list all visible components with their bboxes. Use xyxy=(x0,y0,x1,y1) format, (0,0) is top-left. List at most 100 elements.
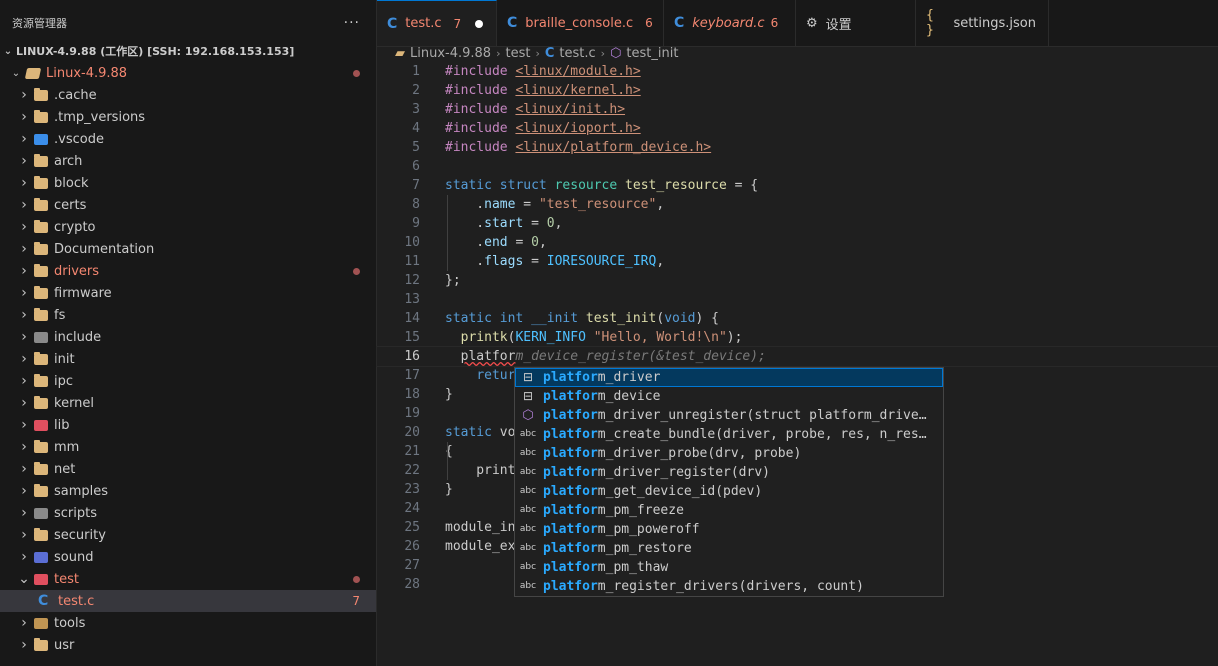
code-line[interactable]: 9 .start = 0, xyxy=(377,214,1218,233)
code-text: .end = 0, xyxy=(445,235,547,250)
tree-item-lib[interactable]: › lib xyxy=(0,414,376,436)
tree-item-ipc[interactable]: › ipc xyxy=(0,370,376,392)
code-text: .flags = IORESOURCE_IRQ, xyxy=(445,254,665,269)
code-line[interactable]: 16 platform_device_register(&test_device… xyxy=(376,346,1218,367)
line-number: 28 xyxy=(404,577,420,592)
chevron-right-icon: › xyxy=(600,46,606,60)
folder-icon xyxy=(34,263,48,277)
struct-icon: ⊟ xyxy=(522,389,534,403)
line-number: 18 xyxy=(404,387,420,402)
suggestion-item[interactable]: abc platfor m_register_drivers(drivers, co… xyxy=(515,577,943,596)
tree-item-cache[interactable]: › .cache xyxy=(0,84,376,106)
suggestion-item[interactable]: ⬡ platfor m_driver_unregister(struct platf… xyxy=(515,406,943,425)
tree-item-kernel[interactable]: › kernel xyxy=(0,392,376,414)
unsaved-dot-icon[interactable] xyxy=(475,19,484,28)
tree-item-label: arch xyxy=(54,153,83,169)
code-line[interactable]: 12}; xyxy=(377,271,1218,290)
code-line[interactable]: 8 .name = "test_resource", xyxy=(377,195,1218,214)
suggestion-item[interactable]: abc platfor m_pm_thaw xyxy=(515,558,943,577)
code-line[interactable]: 13 xyxy=(377,290,1218,309)
tree-item-usr[interactable]: › usr xyxy=(0,634,376,656)
code-line[interactable]: 14 static int __init test_init(void) { xyxy=(377,309,1218,328)
suggestion-item[interactable]: ⊟ platfor m_driver xyxy=(515,368,943,387)
folder-icon xyxy=(34,197,48,211)
root-folder[interactable]: ⌄ Linux-4.9.88 xyxy=(0,62,376,84)
tree-item-sound[interactable]: › sound xyxy=(0,546,376,568)
tree-item-vscode[interactable]: › .vscode xyxy=(0,128,376,150)
tree-item-security[interactable]: › security xyxy=(0,524,376,546)
tree-item-include[interactable]: › include xyxy=(0,326,376,348)
code-line[interactable]: 2 #include <linux/kernel.h> xyxy=(377,81,1218,100)
tree-item-documentation[interactable]: › Documentation xyxy=(0,238,376,260)
tree-item-test-c[interactable]: Ctest.c 7 xyxy=(0,590,376,612)
suggestion-item[interactable]: abc platfor m_pm_restore xyxy=(515,539,943,558)
suggestion-item[interactable]: abc platfor m_get_device_id(pdev) xyxy=(515,482,943,501)
code-line[interactable]: 15 printk(KERN_INFO "Hello, World!\n"); xyxy=(377,328,1218,347)
suggestion-label: m_register_drivers(drivers, count) xyxy=(597,579,864,594)
text-icon: abc xyxy=(519,562,537,572)
code-text: printk(KERN_INFO "Hello, World!\n"); xyxy=(460,330,743,345)
suggestion-item[interactable]: abc platfor m_driver_probe(drv, probe) xyxy=(515,444,943,463)
indent-guide xyxy=(447,195,448,271)
breadcrumb-item[interactable]: test_init xyxy=(626,46,678,61)
tab-settings-json[interactable]: { } settings.json xyxy=(916,0,1049,46)
suggestion-item[interactable]: abc platfor m_pm_freeze xyxy=(515,501,943,520)
workspace-root[interactable]: ⌄ LINUX-4.9.88 (工作区) [SSH: 192.168.153.1… xyxy=(0,40,376,62)
tree-item-firmware[interactable]: › firmware xyxy=(0,282,376,304)
tab-settings[interactable]: ⚙ 设置 xyxy=(796,0,916,46)
problem-count-badge: 7 xyxy=(352,594,360,608)
line-number: 17 xyxy=(404,368,420,383)
tree-item-crypto[interactable]: › crypto xyxy=(0,216,376,238)
tree-item-scripts[interactable]: › scripts xyxy=(0,502,376,524)
tree-item-arch[interactable]: › arch xyxy=(0,150,376,172)
suggestion-label: m_get_device_id(pdev) xyxy=(597,484,763,499)
tab-test-c[interactable]: C test.c 7 xyxy=(377,0,497,46)
breadcrumb-item[interactable]: test xyxy=(505,46,530,61)
tree-item-label: drivers xyxy=(54,263,100,279)
folder-icon xyxy=(34,241,48,255)
line-number: 9 xyxy=(412,216,420,231)
tree-item-drivers[interactable]: › drivers xyxy=(0,260,376,282)
code-text: } xyxy=(445,387,453,402)
suggestion-label: m_pm_thaw xyxy=(597,560,669,575)
tree-item-mm[interactable]: › mm xyxy=(0,436,376,458)
tree-item-label: security xyxy=(54,527,106,543)
tree-item-samples[interactable]: › samples xyxy=(0,480,376,502)
tab-braille-console-c[interactable]: C braille_console.c 6 xyxy=(497,0,664,46)
code-text: print xyxy=(445,463,516,478)
line-number: 8 xyxy=(412,197,420,212)
chevron-right-icon: › xyxy=(21,263,27,279)
suggestion-item[interactable]: abc platfor m_create_bundle(driver, probe,… xyxy=(515,425,943,444)
suggestion-item[interactable]: abc platfor m_driver_register(drv) xyxy=(515,463,943,482)
breadcrumb-item[interactable]: test.c xyxy=(559,46,595,61)
tree-item-net[interactable]: › net xyxy=(0,458,376,480)
tree-item-certs[interactable]: › certs xyxy=(0,194,376,216)
chevron-right-icon: › xyxy=(21,351,27,367)
code-line[interactable]: 3 #include <linux/init.h> xyxy=(377,100,1218,119)
tree-item-label: ipc xyxy=(54,373,74,389)
tree-item-tools[interactable]: › tools xyxy=(0,612,376,634)
scripts-folder-icon xyxy=(34,507,48,519)
tree-item-tmp-versions[interactable]: › .tmp_versions xyxy=(0,106,376,128)
code-line[interactable]: 6 xyxy=(377,157,1218,176)
code-line[interactable]: 4 #include <linux/ioport.h> xyxy=(377,119,1218,138)
tree-item-test[interactable]: ⌄ test xyxy=(0,568,376,590)
suggestion-item[interactable]: abc platfor m_pm_poweroff xyxy=(515,520,943,539)
tree-item-fs[interactable]: › fs xyxy=(0,304,376,326)
suggestion-label: m_pm_restore xyxy=(597,541,692,556)
suggestion-match: platfor xyxy=(543,541,598,556)
code-line[interactable]: 5 #include <linux/platform_device.h> xyxy=(377,138,1218,157)
breadcrumb-item[interactable]: Linux-4.9.88 xyxy=(410,46,491,61)
code-line[interactable]: 10 .end = 0, xyxy=(377,233,1218,252)
code-text: #include <linux/platform_device.h> xyxy=(445,140,712,155)
ellipsis-icon[interactable]: ··· xyxy=(344,15,360,31)
modified-dot-icon xyxy=(353,70,360,77)
tab-keyboard-c[interactable]: C keyboard.c 6 xyxy=(664,0,796,46)
suggestion-item[interactable]: ⊟ platfor m_device xyxy=(515,387,943,406)
code-line[interactable]: 7 static struct resource test_resource = … xyxy=(377,176,1218,195)
folder-icon xyxy=(34,109,48,123)
tree-item-init[interactable]: › init xyxy=(0,348,376,370)
code-line[interactable]: 11 .flags = IORESOURCE_IRQ, xyxy=(377,252,1218,271)
code-line[interactable]: 1 #include <linux/module.h> xyxy=(377,62,1218,81)
tree-item-block[interactable]: › block xyxy=(0,172,376,194)
